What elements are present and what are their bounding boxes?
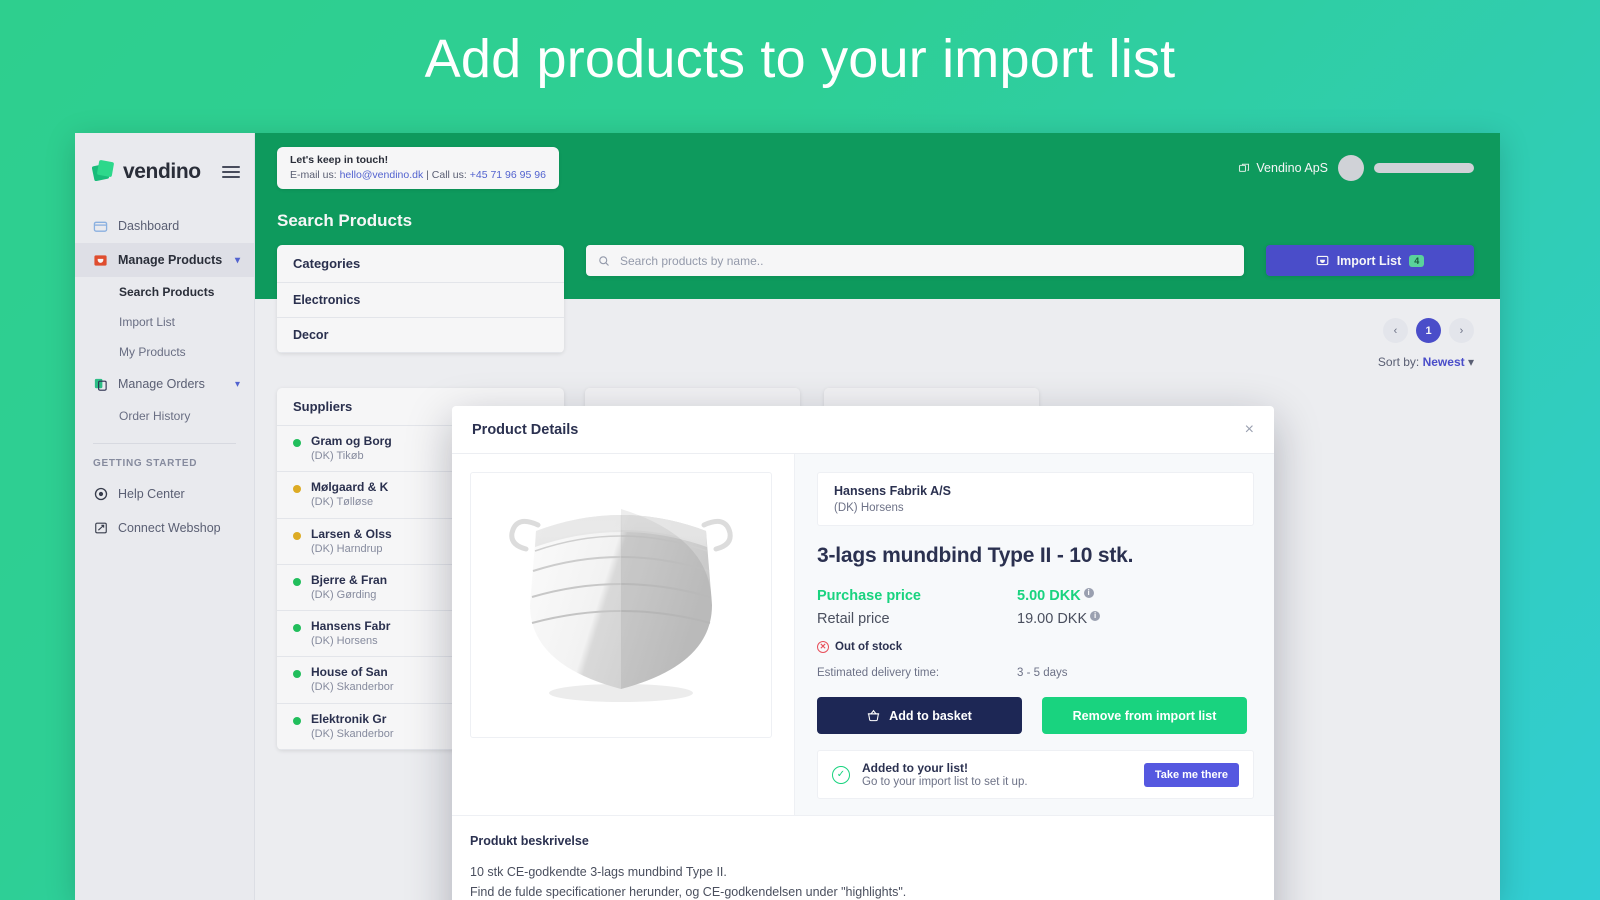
purchase-price-value: 5.00 DKK [1017, 588, 1081, 604]
stock-status: ✕ Out of stock [817, 641, 1254, 653]
delivery-label: Estimated delivery time: [817, 667, 940, 679]
modal-product-image [470, 472, 772, 738]
modal-header: Product Details × [452, 406, 1274, 454]
add-to-basket-label: Add to basket [889, 708, 972, 723]
delivery-row: Estimated delivery time: 3 - 5 days [817, 667, 1254, 679]
page-headline: Add products to your import list [424, 29, 1176, 89]
description-line-1: 10 stk CE-godkendte 3-lags mundbind Type… [470, 865, 727, 879]
toast-text-wrap: Added to your list! Go to your import li… [862, 761, 1028, 788]
description-line-2: Find de fulde specificationer herunder, … [470, 885, 907, 900]
vendor-box: Hansens Fabrik A/S (DK) Horsens [817, 472, 1254, 526]
modal-image-column [452, 454, 794, 815]
retail-price-label: Retail price [817, 611, 890, 627]
description-heading: Produkt beskrivelse [470, 834, 589, 848]
remove-from-import-list-label: Remove from import list [1072, 708, 1217, 723]
info-icon[interactable]: i [1090, 611, 1101, 621]
out-of-stock-icon: ✕ [817, 641, 829, 653]
take-me-there-button[interactable]: Take me there [1143, 762, 1239, 787]
face-mask-image [509, 509, 733, 702]
modal-detail-column: Hansens Fabrik A/S (DK) Horsens 3-lags m… [794, 454, 1274, 815]
delivery-value: 3 - 5 days [1017, 667, 1068, 679]
added-to-list-toast: ✓ Added to your list! Go to your import … [817, 750, 1254, 799]
app-window: vendino Dashboard Manage Products ▾ Sear [75, 133, 1500, 900]
retail-price-row: Retail price 19.00 DKK i [817, 611, 1254, 627]
modal-title: Product Details [472, 421, 579, 438]
toast-subtitle: Go to your import list to set it up. [862, 776, 1028, 788]
basket-icon [867, 709, 880, 722]
purchase-price-label: Purchase price [817, 588, 921, 604]
product-details-modal: Product Details × Hansens Fabrik A/S (DK… [452, 406, 1274, 900]
check-circle-icon: ✓ [832, 765, 850, 784]
stock-status-label: Out of stock [835, 641, 903, 653]
toast-title: Added to your list! [862, 761, 968, 775]
modal-action-buttons: Add to basket Remove from import list [817, 697, 1254, 734]
modal-top-section: Hansens Fabrik A/S (DK) Horsens 3-lags m… [452, 454, 1274, 815]
vendor-location: (DK) Horsens [834, 502, 904, 514]
close-icon[interactable]: × [1245, 421, 1254, 438]
retail-price-value: 19.00 DKK [1017, 611, 1088, 627]
vendor-name: Hansens Fabrik A/S [834, 484, 951, 498]
add-to-basket-button[interactable]: Add to basket [817, 697, 1022, 734]
modal-product-title: 3-lags mundbind Type II - 10 stk. [817, 544, 1134, 567]
info-icon[interactable]: i [1083, 588, 1094, 598]
remove-from-import-list-button[interactable]: Remove from import list [1042, 697, 1247, 734]
modal-description-section: Produkt beskrivelse 10 stk CE-godkendte … [452, 815, 1274, 900]
purchase-price-row: Purchase price 5.00 DKK i [817, 588, 1254, 604]
